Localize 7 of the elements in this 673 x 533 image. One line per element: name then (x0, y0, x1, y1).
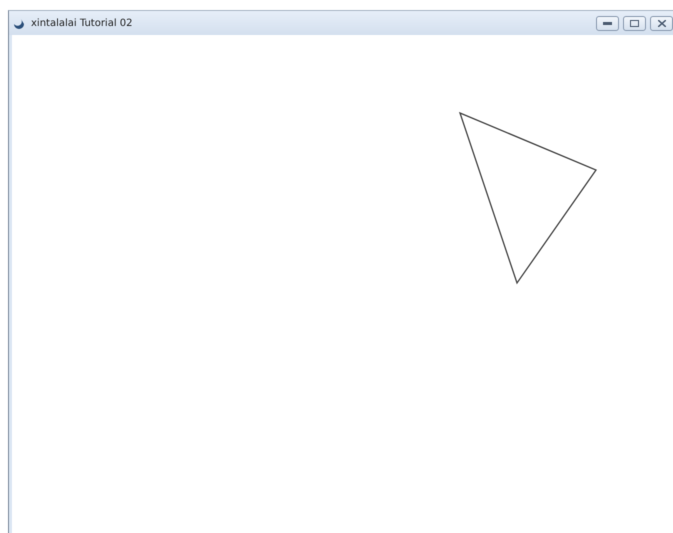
maximize-button[interactable] (623, 16, 646, 30)
minimize-button[interactable] (596, 16, 619, 30)
close-button[interactable] (650, 16, 673, 30)
window-title: xintalalai Tutorial 02 (31, 18, 134, 28)
close-icon (658, 20, 666, 26)
maximize-icon (630, 20, 639, 26)
minimize-icon (603, 22, 612, 24)
